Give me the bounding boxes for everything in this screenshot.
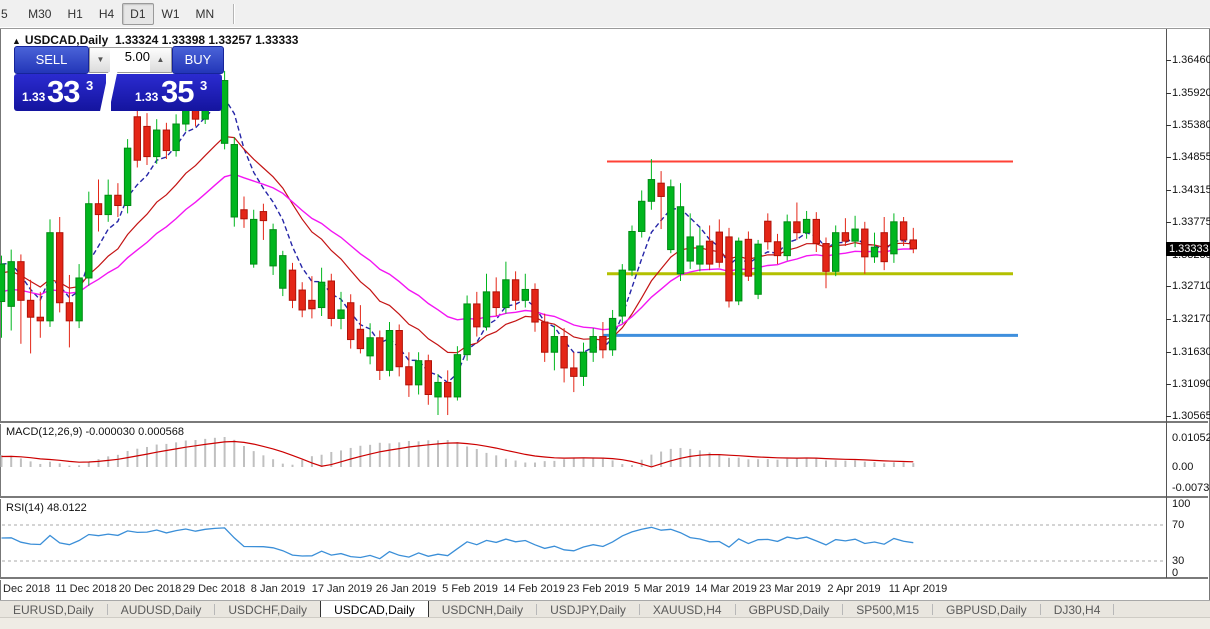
timeframe-toolbar: 5 M30H1H4D1W1MN bbox=[0, 0, 1210, 29]
price-axis-tick bbox=[1166, 60, 1171, 61]
timeframe-button-w1[interactable]: W1 bbox=[154, 3, 188, 25]
tab-gbpusd-daily[interactable]: GBPUSD,Daily bbox=[933, 602, 1040, 618]
date-axis-label: 14 Mar 2019 bbox=[695, 583, 757, 595]
price-axis-label: 1.31090 bbox=[1172, 378, 1210, 390]
chart-title: USDCAD,Daily bbox=[25, 33, 108, 47]
price-axis-border bbox=[1166, 29, 1167, 578]
chart-tabs-bar: EURUSD,DailyAUDUSD,DailyUSDCHF,DailyUSDC… bbox=[0, 600, 1210, 618]
volume-decrease-button[interactable]: ▼ bbox=[89, 47, 112, 73]
panel-separator-dates bbox=[0, 577, 1208, 579]
price-axis-tick bbox=[1166, 319, 1171, 320]
tab-usdcad-daily[interactable]: USDCAD,Daily bbox=[320, 601, 429, 618]
macd-axis-label: -0.0073 bbox=[1172, 482, 1209, 494]
volume-input[interactable]: 5.00 bbox=[110, 47, 155, 73]
panel-separator-rsi[interactable] bbox=[0, 496, 1208, 498]
tab-audusd-daily[interactable]: AUDUSD,Daily bbox=[108, 602, 215, 618]
date-axis-label: 23 Mar 2019 bbox=[759, 583, 821, 595]
date-axis-label: 5 Feb 2019 bbox=[442, 583, 498, 595]
buy-button[interactable]: BUY bbox=[172, 46, 224, 74]
rsi-label: RSI(14) 48.0122 bbox=[6, 502, 87, 514]
chart-ohlc-values: 1.33324 1.33398 1.33257 1.33333 bbox=[115, 33, 299, 47]
price-axis-label: 1.32710 bbox=[1172, 280, 1210, 292]
timeframe-button-h1[interactable]: H1 bbox=[59, 3, 90, 25]
price-axis-tick bbox=[1166, 125, 1171, 126]
rsi-axis-label: 0 bbox=[1172, 567, 1178, 579]
date-axis-label: 23 Feb 2019 bbox=[567, 583, 629, 595]
date-axis-label: 14 Feb 2019 bbox=[503, 583, 565, 595]
tab-usdjpy-daily[interactable]: USDJPY,Daily bbox=[537, 602, 639, 618]
price-axis-tick bbox=[1166, 157, 1171, 158]
price-axis-label: 1.36460 bbox=[1172, 54, 1210, 66]
price-axis-label: 1.35920 bbox=[1172, 87, 1210, 99]
tab-separator bbox=[1113, 604, 1114, 615]
price-axis-label: 1.30565 bbox=[1172, 410, 1210, 422]
tab-dj30-h4[interactable]: DJ30,H4 bbox=[1041, 602, 1114, 618]
buy-price-big: 35 bbox=[161, 74, 193, 110]
buy-price-pip: 3 bbox=[200, 78, 207, 93]
price-axis-tick bbox=[1166, 190, 1171, 191]
price-axis-label: 1.32170 bbox=[1172, 313, 1210, 325]
tab-usdchf-daily[interactable]: USDCHF,Daily bbox=[215, 602, 320, 618]
date-axis-label: 11 Dec 2018 bbox=[55, 583, 117, 595]
timeframe-button-h4[interactable]: H4 bbox=[91, 3, 122, 25]
collapse-icon[interactable]: ▲ bbox=[12, 36, 21, 46]
timeframe-button-partial[interactable]: 5 bbox=[0, 3, 16, 25]
date-axis-label: 26 Jan 2019 bbox=[376, 583, 437, 595]
macd-axis-label: 0.00 bbox=[1172, 461, 1193, 473]
price-axis-label: 1.31630 bbox=[1172, 346, 1210, 358]
price-axis-tick bbox=[1166, 286, 1171, 287]
price-axis-label: 1.33775 bbox=[1172, 216, 1210, 228]
date-axis-label: 20 Dec 2018 bbox=[119, 583, 181, 595]
date-axis-label: 8 Jan 2019 bbox=[251, 583, 305, 595]
tab-sp500-m15[interactable]: SP500,M15 bbox=[843, 602, 932, 618]
price-axis-label: 1.34315 bbox=[1172, 184, 1210, 196]
chart-header: ▲ USDCAD,Daily 1.33324 1.33398 1.33257 1.… bbox=[12, 33, 298, 47]
panel-separator-macd[interactable] bbox=[0, 421, 1208, 423]
buy-price-small: 1.33 bbox=[135, 90, 158, 104]
price-axis-tick bbox=[1166, 222, 1171, 223]
macd-axis-label: 0.010525 bbox=[1172, 432, 1210, 444]
date-axis-label: 29 Dec 2018 bbox=[183, 583, 245, 595]
bottom-strip bbox=[0, 617, 1210, 629]
price-axis-tick bbox=[1166, 352, 1171, 353]
sell-price-big: 33 bbox=[47, 74, 79, 110]
toolbar-separator bbox=[233, 4, 234, 24]
date-axis-label: 1 Dec 2018 bbox=[0, 583, 50, 595]
price-axis-label: 1.35380 bbox=[1172, 119, 1210, 131]
tab-gbpusd-daily[interactable]: GBPUSD,Daily bbox=[736, 602, 843, 618]
price-axis-label: 1.34855 bbox=[1172, 151, 1210, 163]
timeframe-button-m30[interactable]: M30 bbox=[20, 3, 59, 25]
timeframe-button-d1[interactable]: D1 bbox=[122, 3, 153, 25]
rsi-axis-label: 100 bbox=[1172, 498, 1190, 510]
tab-usdcnh-daily[interactable]: USDCNH,Daily bbox=[429, 602, 536, 618]
volume-increase-button[interactable]: ▲ bbox=[150, 47, 172, 73]
current-price-box: 1.33333 bbox=[1166, 242, 1210, 256]
date-axis-label: 17 Jan 2019 bbox=[312, 583, 373, 595]
sell-button[interactable]: SELL bbox=[14, 46, 89, 74]
timeframe-button-mn[interactable]: MN bbox=[188, 3, 223, 25]
rsi-axis-label: 30 bbox=[1172, 555, 1184, 567]
macd-label: MACD(12,26,9) -0.000030 0.000568 bbox=[6, 426, 184, 438]
sell-price-small: 1.33 bbox=[22, 90, 45, 104]
price-axis-tick bbox=[1166, 384, 1171, 385]
rsi-axis-label: 70 bbox=[1172, 519, 1184, 531]
price-axis-tick bbox=[1166, 416, 1171, 417]
one-click-trading-widget: SELL ▼ 5.00 ▲ BUY 1.33 33 3 1.33 35 3 bbox=[14, 46, 222, 111]
sell-price-panel[interactable]: 1.33 33 3 bbox=[14, 74, 106, 111]
trading-platform-window: 5 M30H1H4D1W1MN ▲ USDCAD,Daily 1.33324 1.… bbox=[0, 0, 1210, 629]
sell-price-pip: 3 bbox=[86, 78, 93, 93]
timeframe-buttons: M30H1H4D1W1MN bbox=[20, 5, 222, 22]
price-axis-tick bbox=[1166, 93, 1171, 94]
tab-eurusd-daily[interactable]: EURUSD,Daily bbox=[0, 602, 107, 618]
buy-price-panel[interactable]: 1.33 35 3 bbox=[111, 74, 222, 111]
date-axis-label: 2 Apr 2019 bbox=[827, 583, 880, 595]
chart-window[interactable] bbox=[0, 29, 1210, 600]
date-axis-label: 11 Apr 2019 bbox=[889, 583, 948, 595]
tab-xauusd-h4[interactable]: XAUUSD,H4 bbox=[640, 602, 735, 618]
date-axis-label: 5 Mar 2019 bbox=[634, 583, 690, 595]
